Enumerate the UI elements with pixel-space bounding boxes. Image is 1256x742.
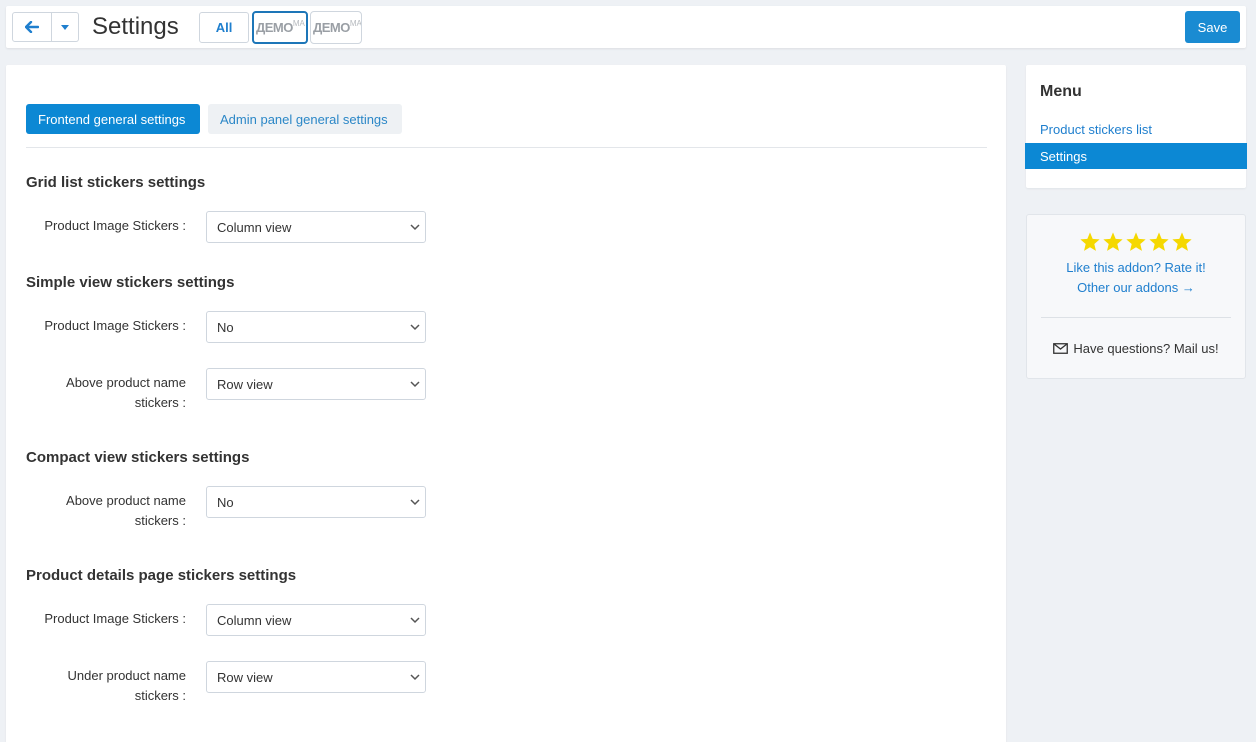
demo-logo-sup: MA: [292, 19, 305, 28]
chevron-down-icon: [410, 381, 420, 388]
history-dropdown-button[interactable]: [52, 12, 79, 42]
field-label-simple-above-name: Above product name stickers :: [36, 373, 186, 413]
chevron-down-icon: [410, 224, 420, 231]
sidebar-item-settings[interactable]: Settings: [1025, 143, 1247, 169]
star-icon[interactable]: [1102, 231, 1124, 253]
demo-logo-text: ДЕМО: [256, 20, 293, 35]
star-icon[interactable]: [1148, 231, 1170, 253]
mail-us-link[interactable]: Have questions? Mail us!: [1027, 341, 1245, 356]
top-toolbar: Settings All ДЕМО MA ДЕМО MA Save: [6, 6, 1246, 48]
demo-logo-text: ДЕМО: [313, 20, 350, 35]
rating-stars[interactable]: [1027, 231, 1245, 253]
label-line: Above product name: [66, 375, 186, 390]
chevron-down-icon: [410, 324, 420, 331]
field-label-details-under-name: Under product name stickers :: [36, 666, 186, 706]
select-simple-image-stickers[interactable]: No: [206, 311, 426, 343]
chevron-down-icon: [410, 617, 420, 624]
other-addons-link[interactable]: Other our addons →: [1027, 280, 1245, 295]
select-grid-image-stickers[interactable]: Column view: [206, 211, 426, 243]
caret-down-icon: [61, 24, 69, 30]
select-value: Row view: [217, 669, 273, 685]
storefront-demo-button-2[interactable]: ДЕМО MA: [310, 11, 362, 44]
menu-title: Menu: [1040, 83, 1082, 100]
select-value: Column view: [217, 219, 292, 235]
select-simple-above-name-stickers[interactable]: Row view: [206, 368, 426, 400]
select-value: Row view: [217, 376, 273, 392]
back-button[interactable]: [12, 12, 52, 42]
rating-divider: [1041, 317, 1231, 318]
tabs-divider: [26, 147, 987, 148]
arrow-left-icon: [25, 21, 39, 33]
label-line: Under product name: [67, 668, 186, 683]
save-button[interactable]: Save: [1185, 11, 1240, 43]
select-details-image-stickers[interactable]: Column view: [206, 604, 426, 636]
field-label-details-image: Product Image Stickers :: [44, 611, 186, 626]
select-compact-above-name-stickers[interactable]: No: [206, 486, 426, 518]
field-label-compact-above-name: Above product name stickers :: [36, 491, 186, 531]
label-line: Above product name: [66, 493, 186, 508]
sidebar-item-product-stickers-list[interactable]: Product stickers list: [1040, 122, 1152, 137]
section-title-simple: Simple view stickers settings: [26, 274, 235, 291]
section-title-grid: Grid list stickers settings: [26, 174, 206, 191]
star-icon[interactable]: [1125, 231, 1147, 253]
field-label-simple-image: Product Image Stickers :: [44, 318, 186, 333]
mail-us-text: Have questions? Mail us!: [1073, 341, 1219, 356]
select-details-under-name-stickers[interactable]: Row view: [206, 661, 426, 693]
select-value: No: [217, 494, 234, 510]
section-title-details: Product details page stickers settings: [26, 567, 297, 584]
label-line: stickers :: [134, 395, 186, 410]
section-title-compact: Compact view stickers settings: [26, 449, 250, 466]
label-line: stickers :: [134, 513, 186, 528]
field-label-grid-image: Product Image Stickers :: [44, 218, 186, 233]
all-storefronts-button[interactable]: All: [199, 12, 249, 43]
chevron-down-icon: [410, 499, 420, 506]
select-value: No: [217, 319, 234, 335]
envelope-icon: [1053, 343, 1069, 354]
label-line: stickers :: [134, 688, 186, 703]
star-icon[interactable]: [1171, 231, 1193, 253]
rate-addon-link[interactable]: Like this addon? Rate it!: [1027, 260, 1245, 275]
settings-panel: Frontend general settings Admin panel ge…: [6, 65, 1006, 742]
settings-tabs: Frontend general settings Admin panel ge…: [26, 104, 402, 134]
chevron-down-icon: [410, 674, 420, 681]
sidebar-menu: Menu Product stickers list Settings: [1025, 65, 1247, 188]
page-title: Settings: [92, 13, 179, 40]
demo-logo-sup: MA: [349, 19, 362, 28]
tab-admin-panel-general[interactable]: Admin panel general settings: [208, 104, 402, 134]
star-icon[interactable]: [1079, 231, 1101, 253]
tab-frontend-general[interactable]: Frontend general settings: [26, 104, 200, 134]
storefront-demo-button-1[interactable]: ДЕМО MA: [252, 11, 308, 44]
select-value: Column view: [217, 612, 292, 628]
rating-box: Like this addon? Rate it! Other our addo…: [1026, 214, 1246, 379]
